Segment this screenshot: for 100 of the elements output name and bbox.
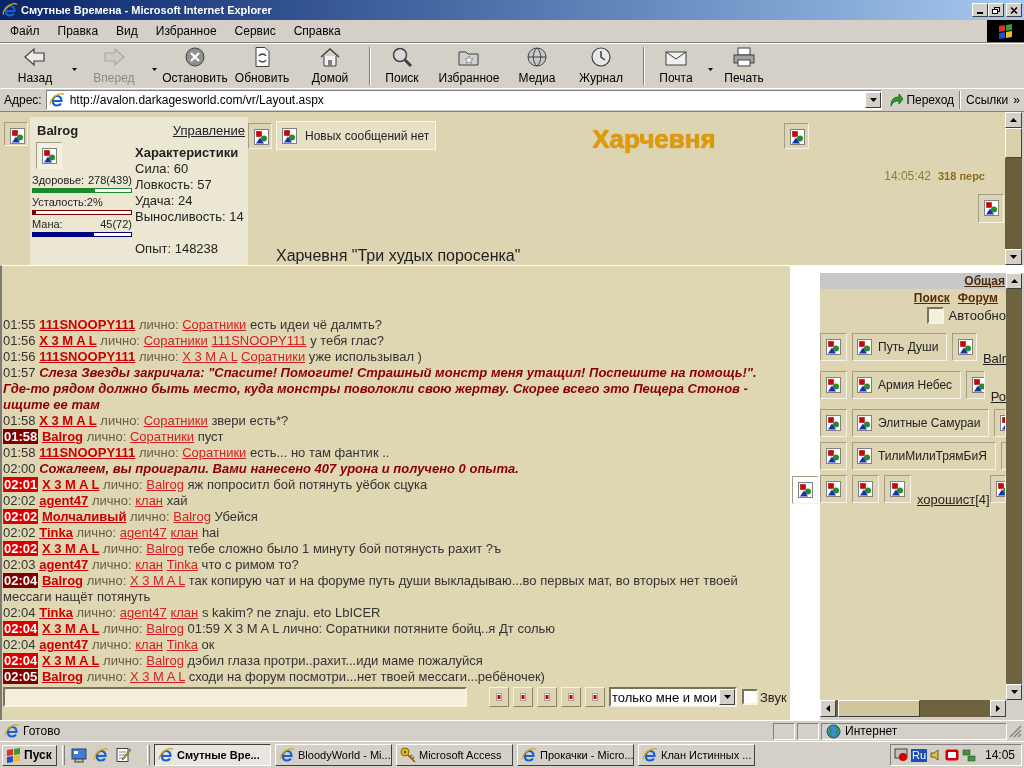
start-button[interactable]: Пуск bbox=[2, 744, 57, 766]
recipient-link[interactable]: Tinka bbox=[166, 637, 198, 652]
toolbar-button[interactable]: Остановить bbox=[162, 46, 228, 86]
maximize-button[interactable] bbox=[988, 3, 1004, 17]
recipient-link[interactable]: Соратники bbox=[129, 429, 195, 444]
recipient-link[interactable]: Соратники bbox=[182, 445, 247, 460]
more-links-button[interactable]: » bbox=[1011, 92, 1022, 108]
scroll-down-button[interactable] bbox=[1006, 684, 1022, 700]
nav-link[interactable]: Форум bbox=[957, 291, 998, 305]
author-link[interactable]: Tinka bbox=[39, 605, 73, 620]
chat-input[interactable] bbox=[3, 687, 467, 707]
messages-button[interactable]: Новых сообщений нет bbox=[276, 121, 437, 150]
author-link[interactable]: Balrog bbox=[41, 669, 84, 684]
scrollbar-thumb[interactable] bbox=[838, 700, 920, 717]
recipient-link[interactable]: Balrog bbox=[173, 509, 211, 524]
pencil-icon[interactable] bbox=[115, 747, 131, 763]
taskbar-button[interactable]: Клан Истинных ... bbox=[638, 744, 755, 766]
scroll-up-button[interactable] bbox=[1005, 112, 1022, 128]
recipient-link[interactable]: Balrog bbox=[146, 541, 184, 556]
toolbar-button[interactable]: Медиа bbox=[510, 46, 564, 86]
recipient-link[interactable]: Соратники bbox=[143, 333, 208, 348]
recipient-link[interactable]: Balrog bbox=[146, 477, 184, 492]
language-indicator[interactable]: Ru bbox=[911, 748, 928, 762]
address-field[interactable]: http://avalon.darkagesworld.com/vr/Layout.aspx bbox=[45, 90, 883, 110]
links-button[interactable]: Ссылки bbox=[963, 92, 1012, 108]
taskbar-button[interactable]: Microsoft Access bbox=[396, 744, 513, 766]
desktop-icon[interactable] bbox=[71, 747, 87, 763]
scroll-left-button[interactable] bbox=[820, 700, 836, 717]
menu-item[interactable]: Справка bbox=[286, 23, 348, 39]
filter-select[interactable]: только мне и мои bbox=[609, 687, 737, 707]
filter-button[interactable] bbox=[513, 687, 533, 707]
manage-link[interactable]: Управление bbox=[172, 123, 245, 139]
clan-button[interactable]: Армия Небес bbox=[852, 371, 962, 399]
menu-item[interactable]: Избранное bbox=[148, 23, 224, 39]
clan-button[interactable]: Путь Души bbox=[852, 333, 948, 361]
player-link[interactable]: Ро bbox=[990, 389, 1006, 404]
clan-button[interactable]: ТилиМилиТрямБиЯ bbox=[852, 442, 996, 470]
author-link[interactable]: 111SNOOPY111 bbox=[39, 349, 136, 364]
monitor-icon[interactable] bbox=[894, 748, 908, 762]
e-logo-icon[interactable] bbox=[93, 747, 109, 763]
recipient-link[interactable]: клан bbox=[170, 525, 199, 540]
filter-button[interactable] bbox=[561, 687, 581, 707]
menu-item[interactable]: Вид bbox=[109, 23, 145, 39]
author-link[interactable]: Молчаливый bbox=[41, 509, 127, 524]
author-link[interactable]: agent47 bbox=[39, 493, 89, 508]
recipient-link[interactable]: Соратники bbox=[182, 317, 247, 332]
auto-refresh-checkbox[interactable] bbox=[926, 307, 944, 324]
filter-button[interactable] bbox=[585, 687, 605, 707]
toolbar-button[interactable]: Журнал bbox=[564, 46, 638, 86]
taskbar-button[interactable]: BloodyWorld - Mi... bbox=[275, 744, 392, 766]
recipient-link[interactable]: Соратники bbox=[241, 349, 306, 364]
taskbar-button[interactable]: Смутные Вре... bbox=[154, 744, 271, 766]
recipient-link[interactable]: agent47 bbox=[119, 605, 167, 620]
recipient-link[interactable]: Tinka bbox=[166, 557, 198, 572]
recipient-link[interactable]: X 3 M A L bbox=[129, 669, 186, 684]
recipient-link[interactable]: клан bbox=[135, 493, 164, 508]
toolbar-button[interactable]: Домой bbox=[296, 46, 364, 86]
author-link[interactable]: 111SNOOPY111 bbox=[39, 317, 136, 332]
clan-button[interactable]: Элитные Самураи bbox=[852, 409, 990, 437]
caret-icon[interactable] bbox=[707, 68, 713, 71]
player-link[interactable]: хорошист bbox=[917, 492, 976, 507]
recipient-link[interactable]: 111SNOOPY111 bbox=[211, 333, 307, 348]
author-link[interactable]: X 3 M A L bbox=[39, 333, 97, 348]
toolbar-button[interactable]: Почта bbox=[650, 46, 702, 86]
filter-button[interactable] bbox=[489, 687, 509, 707]
taskbar-button[interactable]: Прокачки - Micro... bbox=[517, 744, 634, 766]
author-link[interactable]: agent47 bbox=[39, 637, 89, 652]
header-link[interactable]: Общая bbox=[964, 273, 1005, 289]
scroll-right-button[interactable] bbox=[990, 700, 1006, 717]
toolbar-button[interactable]: Избранное bbox=[428, 46, 510, 86]
author-link[interactable]: X 3 M A L bbox=[41, 541, 100, 556]
recipient-link[interactable]: Balrog bbox=[146, 621, 184, 636]
dropdown-button[interactable] bbox=[865, 92, 882, 108]
author-link[interactable]: X 3 M A L bbox=[39, 413, 97, 428]
player-link[interactable]: Balr bbox=[982, 351, 1006, 366]
author-link[interactable]: X 3 M A L bbox=[41, 621, 100, 636]
recipient-link[interactable]: Соратники bbox=[143, 413, 208, 428]
toolbar-button[interactable]: Поиск bbox=[376, 46, 428, 86]
author-link[interactable]: 111SNOOPY111 bbox=[39, 445, 136, 460]
menu-item[interactable]: Правка bbox=[50, 23, 106, 39]
menu-item[interactable]: Файл bbox=[3, 23, 47, 39]
sound-checkbox[interactable] bbox=[742, 689, 758, 705]
author-link[interactable]: Tinka bbox=[39, 525, 73, 540]
recipient-link[interactable]: agent47 bbox=[119, 525, 167, 540]
recipient-link[interactable]: X 3 M A L bbox=[182, 349, 238, 364]
network-icon[interactable] bbox=[962, 748, 977, 762]
recipient-link[interactable]: клан bbox=[170, 605, 199, 620]
minimize-button[interactable] bbox=[972, 3, 988, 17]
toolbar-button[interactable]: Назад bbox=[4, 46, 66, 86]
caret-icon[interactable] bbox=[71, 68, 77, 71]
scrollbar-thumb[interactable] bbox=[1005, 128, 1022, 158]
logo-icon[interactable] bbox=[945, 749, 960, 761]
filter-button[interactable] bbox=[537, 687, 557, 707]
author-link[interactable]: X 3 M A L bbox=[41, 477, 100, 492]
recipient-link[interactable]: клан bbox=[135, 557, 164, 572]
scroll-up-button[interactable] bbox=[1006, 273, 1022, 289]
toolbar-button[interactable]: Печать bbox=[718, 46, 770, 86]
recipient-link[interactable]: X 3 M A L bbox=[129, 573, 186, 588]
author-link[interactable]: X 3 M A L bbox=[41, 653, 100, 668]
recipient-link[interactable]: клан bbox=[135, 637, 164, 652]
